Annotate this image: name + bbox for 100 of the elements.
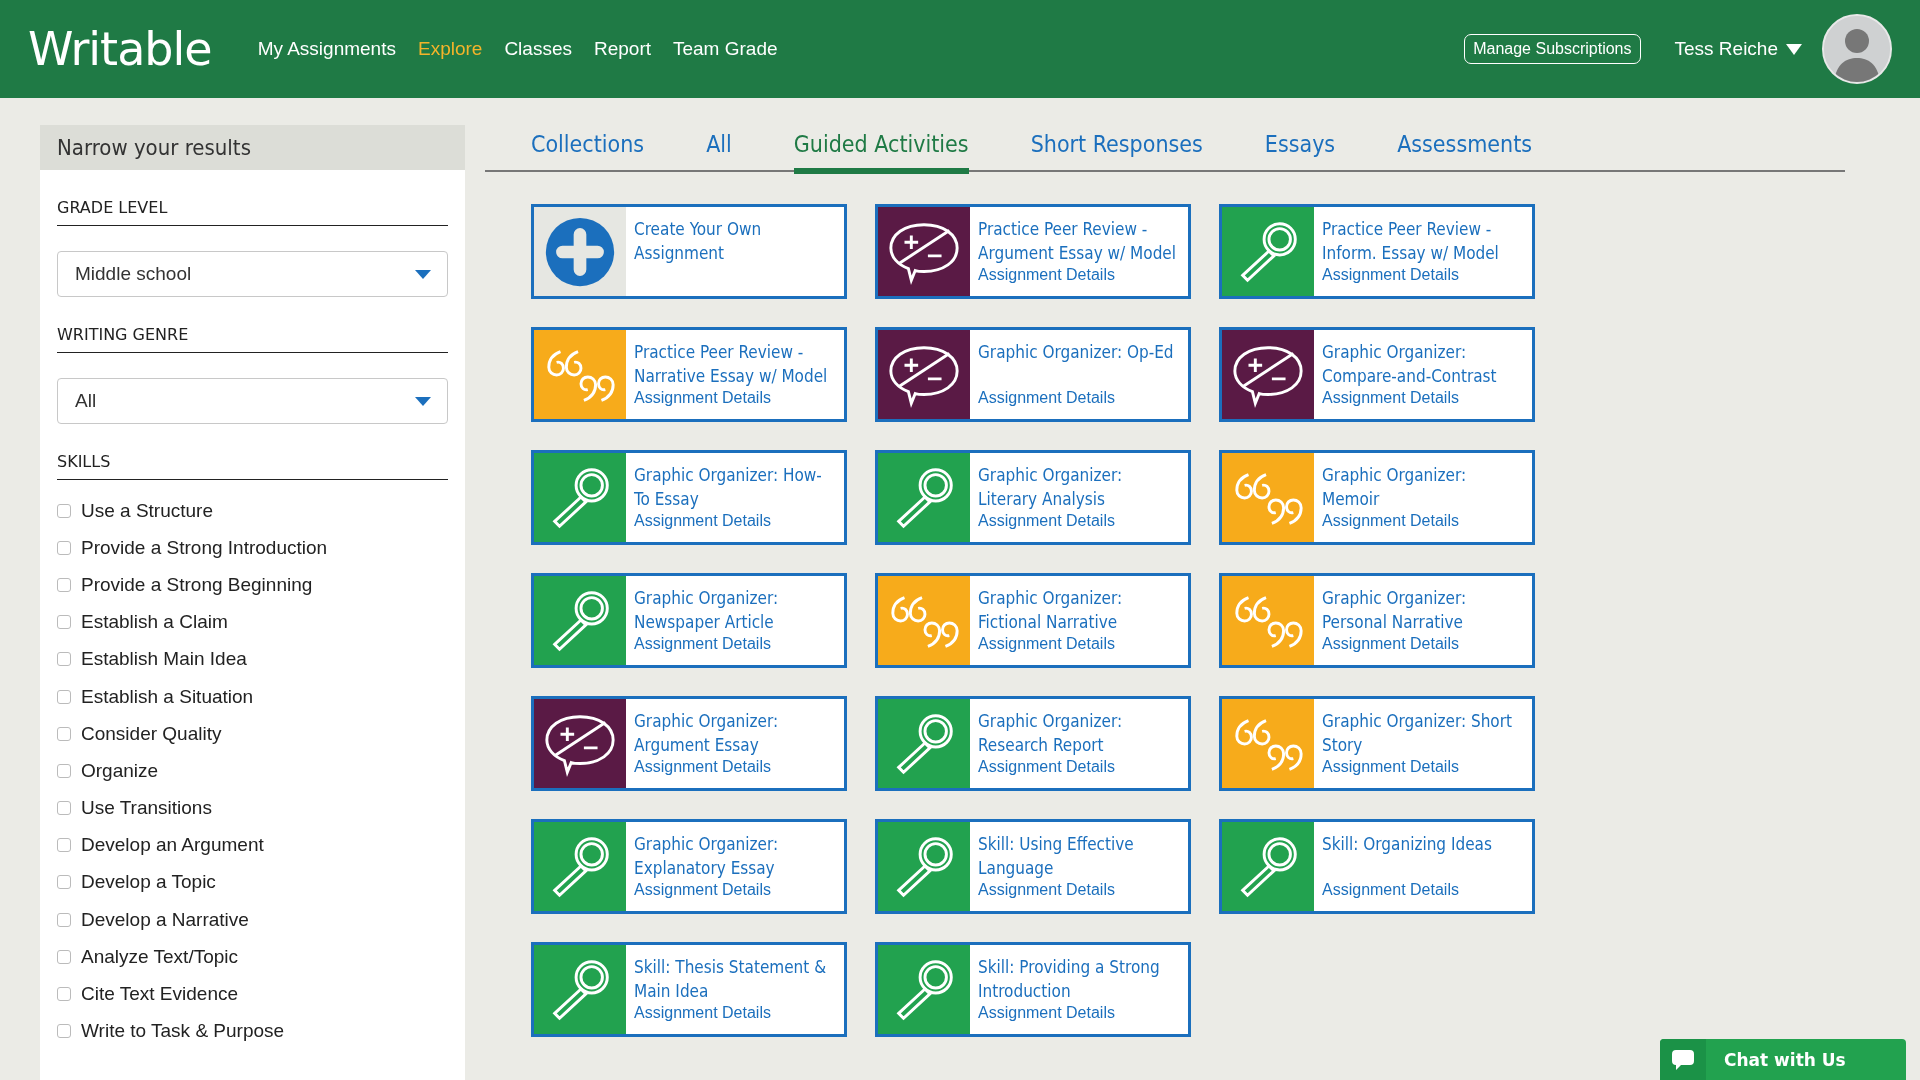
checkbox[interactable] (57, 577, 71, 592)
checkbox[interactable] (57, 912, 71, 927)
checkbox[interactable] (57, 763, 71, 778)
nav-link[interactable]: Report (593, 38, 651, 60)
logo[interactable]: Writable (28, 22, 212, 76)
card-title[interactable]: Skill: Organizing Ideas (1322, 832, 1524, 880)
assignment-details-link[interactable]: Assignment Details (634, 758, 771, 776)
checkbox[interactable] (57, 949, 71, 964)
nav-link[interactable]: Explore (417, 38, 483, 60)
card-title[interactable]: Graphic Organizer: Short Story (1322, 709, 1524, 757)
assignment-details-link[interactable]: Assignment Details (1322, 881, 1459, 899)
skill-label[interactable]: Establish Main Idea (81, 648, 247, 671)
activity-card[interactable]: Graphic Organizer: Newspaper Article Assignment Details (531, 573, 847, 668)
card-title[interactable]: Graphic Organizer: How-To Essay (634, 463, 836, 511)
activity-card[interactable]: Graphic Organizer: Literary Analysis Assignment Details (875, 450, 1191, 545)
skill-label[interactable]: Provide a Strong Introduction (81, 536, 328, 559)
tab[interactable]: All (706, 128, 732, 174)
card-title[interactable]: Graphic Organizer: Fictional Narrative (978, 586, 1180, 634)
card-title[interactable]: Skill: Thesis Statement & Main Idea (634, 955, 836, 1003)
skill-label[interactable]: Develop an Argument (81, 834, 264, 857)
activity-card[interactable]: Skill: Organizing Ideas Assignment Details (1219, 819, 1535, 914)
skill-label[interactable]: Provide a Strong Beginning (81, 573, 313, 596)
assignment-details-link[interactable]: Assignment Details (634, 881, 771, 899)
card-title[interactable]: Skill: Providing a Strong Introduction (978, 955, 1180, 1003)
card-title[interactable]: Practice Peer Review - Narrative Essay w/ Model (634, 340, 836, 388)
skill-label[interactable]: Cite Text Evidence (81, 983, 238, 1006)
assignment-details-link[interactable]: Assignment Details (978, 512, 1115, 530)
assignment-details-link[interactable]: Assignment Details (634, 1004, 771, 1022)
skill-label[interactable]: Use a Structure (81, 499, 213, 522)
card-title[interactable]: Graphic Organizer: Compare-and-Contrast (1322, 340, 1524, 388)
caret-icon[interactable] (1786, 43, 1802, 55)
activity-card[interactable]: Graphic Organizer: Explanatory Essay Assignment Details (531, 819, 847, 914)
assignment-details-link[interactable]: Assignment Details (1322, 512, 1459, 530)
activity-card[interactable]: Graphic Organizer: Memoir Assignment Details (1219, 450, 1535, 545)
chat-button[interactable]: Chat with Us (1660, 1039, 1906, 1080)
checkbox[interactable] (57, 1024, 71, 1039)
card-title[interactable]: Graphic Organizer: Explanatory Essay (634, 832, 836, 880)
assignment-details-link[interactable]: Assignment Details (978, 389, 1115, 407)
checkbox[interactable] (57, 987, 71, 1002)
assignment-details-link[interactable]: Assignment Details (1322, 266, 1459, 284)
activity-card[interactable]: Practice Peer Review - Inform. Essay w/ Model Assignment Details (1219, 204, 1535, 299)
assignment-details-link[interactable]: Assignment Details (634, 635, 771, 653)
assignment-details-link[interactable]: Assignment Details (978, 881, 1115, 899)
assignment-details-link[interactable]: Assignment Details (1322, 389, 1459, 407)
grade-level-dropdown[interactable]: Middle school (57, 251, 448, 297)
assignment-details-link[interactable]: Assignment Details (978, 758, 1115, 776)
assignment-details-link[interactable]: Assignment Details (634, 389, 771, 407)
activity-card[interactable]: Skill: Providing a Strong Introduction Assignment Details (875, 942, 1191, 1037)
card-title[interactable]: Practice Peer Review - Inform. Essay w/ Model (1322, 217, 1524, 265)
skill-label[interactable]: Organize (81, 759, 159, 782)
checkbox[interactable] (57, 503, 71, 518)
card-title[interactable]: Graphic Organizer: Newspaper Article (634, 586, 836, 634)
assignment-details-link[interactable]: Assignment Details (978, 635, 1115, 653)
activity-card[interactable]: Graphic Organizer: Research Report Assignment Details (875, 696, 1191, 791)
assignment-details-link[interactable]: Assignment Details (1322, 635, 1459, 653)
tab[interactable]: Guided Activities (793, 128, 969, 174)
tab[interactable]: Essays (1264, 128, 1336, 174)
card-title[interactable]: Graphic Organizer: Op-Ed (978, 340, 1180, 388)
card-title[interactable]: Graphic Organizer: Research Report (978, 709, 1180, 757)
skill-label[interactable]: Establish a Claim (81, 611, 228, 634)
card-title[interactable]: Skill: Using Effective Language (978, 832, 1180, 880)
card-title[interactable]: Graphic Organizer: Argument Essay (634, 709, 836, 757)
checkbox[interactable] (57, 615, 71, 630)
nav-link[interactable]: Team Grade (673, 38, 778, 60)
activity-card[interactable]: Practice Peer Review - Argument Essay w/ Model Assignment Details (875, 204, 1191, 299)
activity-card[interactable]: Practice Peer Review - Narrative Essay w/ Model Assignment Details (531, 327, 847, 422)
activity-card[interactable]: Graphic Organizer: Op-Ed Assignment Details (875, 327, 1191, 422)
skill-label[interactable]: Analyze Text/Topic (81, 945, 238, 968)
nav-link[interactable]: Classes (504, 38, 572, 60)
activity-card[interactable]: Graphic Organizer: Short Story Assignment Details (1219, 696, 1535, 791)
activity-card[interactable]: Graphic Organizer: Compare-and-Contrast Assignment Details (1219, 327, 1535, 422)
card-title[interactable]: Graphic Organizer: Literary Analysis (978, 463, 1180, 511)
manage-subscriptions-button[interactable]: Manage Subscriptions (1464, 34, 1641, 64)
checkbox[interactable] (57, 540, 71, 555)
activity-card[interactable]: Graphic Organizer: Personal Narrative Assignment Details (1219, 573, 1535, 668)
card-title[interactable]: Practice Peer Review - Argument Essay w/ Model (978, 217, 1180, 265)
activity-card[interactable]: Graphic Organizer: Fictional Narrative Assignment Details (875, 573, 1191, 668)
skill-label[interactable]: Use Transitions (81, 797, 212, 820)
nav-link[interactable]: My Assignments (257, 38, 396, 60)
checkbox[interactable] (57, 801, 71, 816)
assignment-details-link[interactable]: Assignment Details (634, 512, 771, 530)
skill-label[interactable]: Write to Task & Purpose (81, 1020, 285, 1043)
tab[interactable]: Assessments (1397, 128, 1533, 174)
assignment-details-link[interactable]: Assignment Details (978, 266, 1115, 284)
checkbox[interactable] (57, 726, 71, 741)
tab[interactable]: Collections (531, 128, 645, 174)
checkbox[interactable] (57, 838, 71, 853)
user-name[interactable]: Tess Reiche (1674, 38, 1778, 60)
assignment-details-link[interactable]: Assignment Details (978, 1004, 1115, 1022)
skill-label[interactable]: Develop a Narrative (81, 908, 249, 931)
activity-card[interactable]: Skill: Using Effective Language Assignment Details (875, 819, 1191, 914)
activity-card[interactable]: Skill: Thesis Statement & Main Idea Assignment Details (531, 942, 847, 1037)
skill-label[interactable]: Develop a Topic (81, 871, 216, 894)
activity-card[interactable]: Graphic Organizer: How-To Essay Assignment Details (531, 450, 847, 545)
skill-label[interactable]: Establish a Situation (81, 685, 254, 708)
checkbox[interactable] (57, 689, 71, 704)
checkbox[interactable] (57, 875, 71, 890)
skill-label[interactable]: Consider Quality (81, 722, 222, 745)
assignment-details-link[interactable]: Assignment Details (1322, 758, 1459, 776)
card-title[interactable]: Graphic Organizer: Personal Narrative (1322, 586, 1524, 634)
